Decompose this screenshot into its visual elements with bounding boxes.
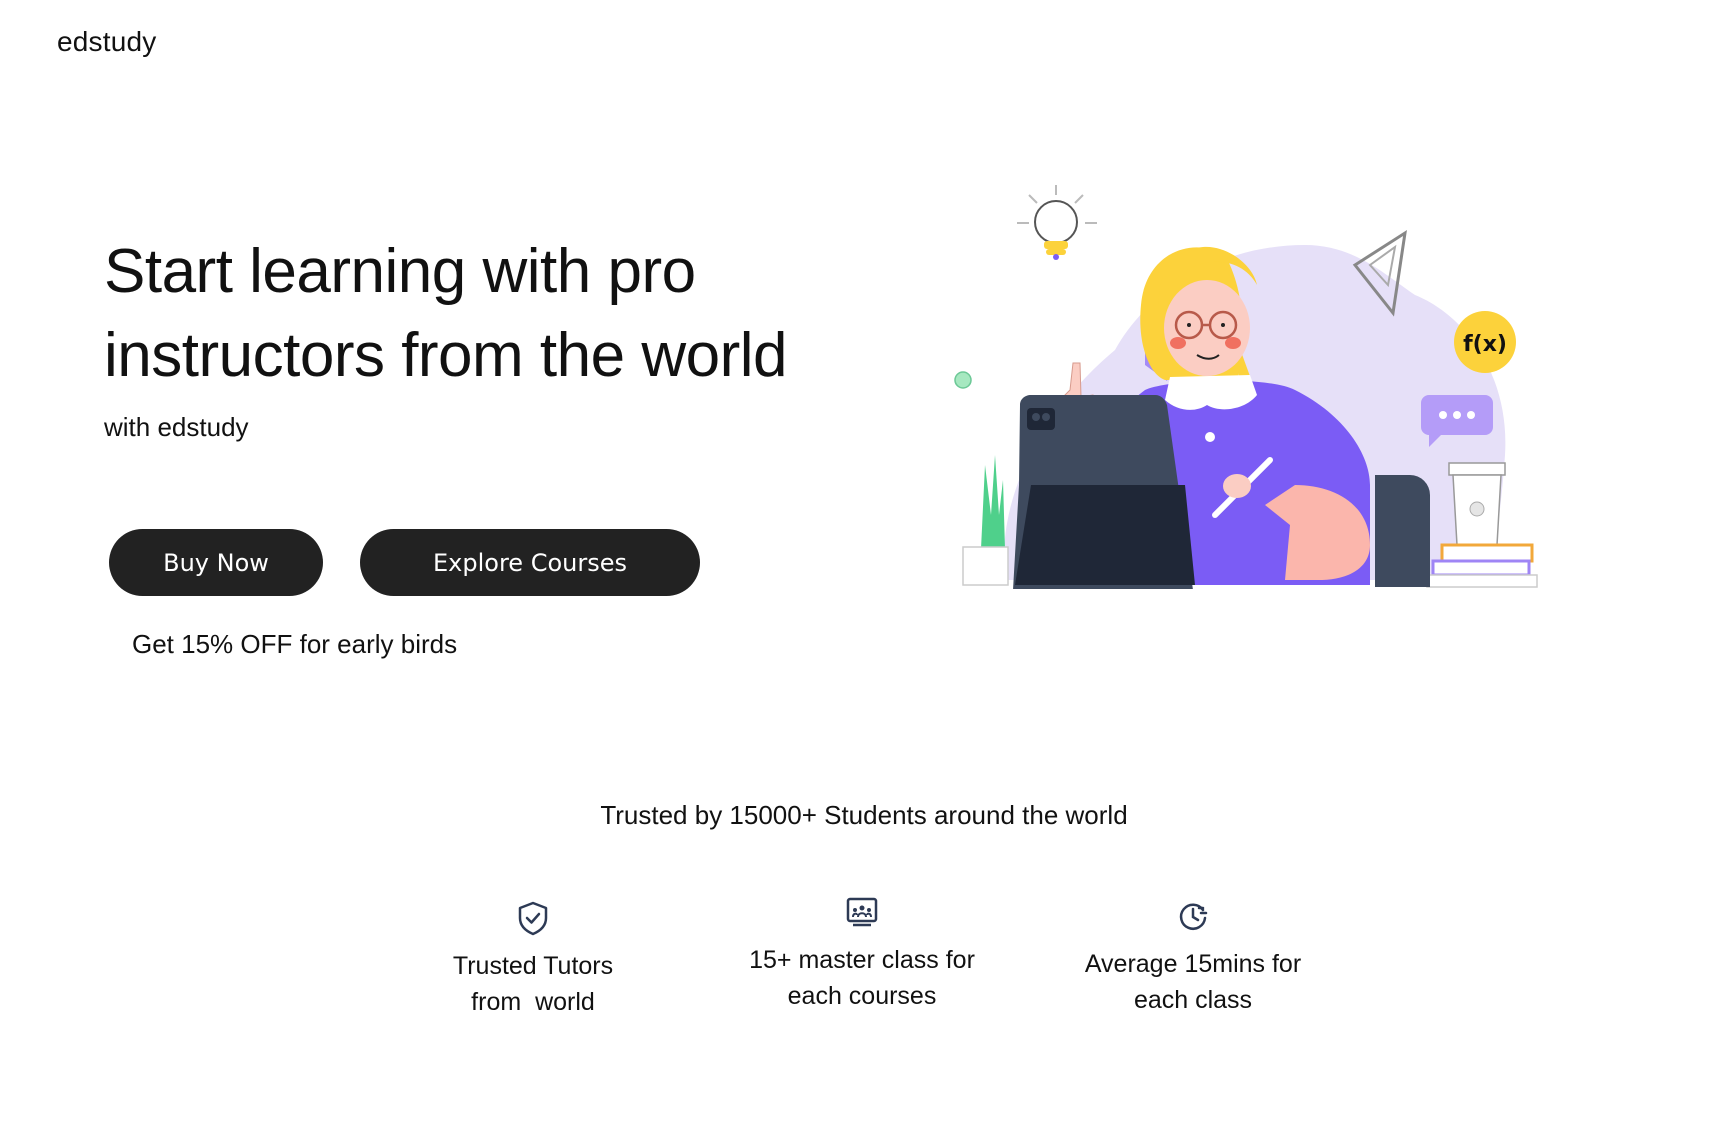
feature-line: Trusted Tutors <box>452 952 614 980</box>
feature-line: from world <box>471 988 595 1016</box>
coffee-cup-icon <box>1448 462 1506 546</box>
hero-title-line-1: Start learning with pro <box>104 237 696 306</box>
feature-master-class: 15+ master class for each courses <box>702 892 1022 1014</box>
buy-now-button[interactable]: Buy Now <box>109 529 323 596</box>
feature-line: each class <box>1133 986 1253 1014</box>
feature-line: 15+ master class for <box>749 946 975 974</box>
function-badge-label: f(x) <box>1463 332 1507 357</box>
classroom-icon <box>842 892 882 932</box>
explore-courses-button[interactable]: Explore Courses <box>360 529 700 596</box>
feature-line: Average 15mins for <box>1084 950 1302 978</box>
feature-trusted-tutors: Trusted Tutors from world <box>373 898 693 1020</box>
promo-text: Get 15% OFF for early birds <box>132 629 458 659</box>
feature-line: each courses <box>787 982 937 1010</box>
hero-title-line-2: instructors from the world <box>104 321 788 390</box>
clock-icon <box>1173 896 1213 936</box>
function-badge: f(x) <box>1454 311 1516 373</box>
hero-subtitle: with edstudy <box>104 412 249 442</box>
logo[interactable]: edstudy <box>57 26 156 58</box>
plant-icon <box>962 455 1009 586</box>
hero-illustration: f(x) <box>945 185 1545 590</box>
hero-title: Start learning with pro instructors from… <box>104 230 788 398</box>
lightbulb-icon <box>1017 185 1097 260</box>
shield-check-icon <box>513 898 553 938</box>
tablet-icon <box>1013 395 1195 590</box>
books-icon <box>1426 543 1538 588</box>
trusted-heading: Trusted by 15000+ Students around the wo… <box>600 800 1128 830</box>
feature-average-time: Average 15mins for each class <box>1033 896 1353 1018</box>
